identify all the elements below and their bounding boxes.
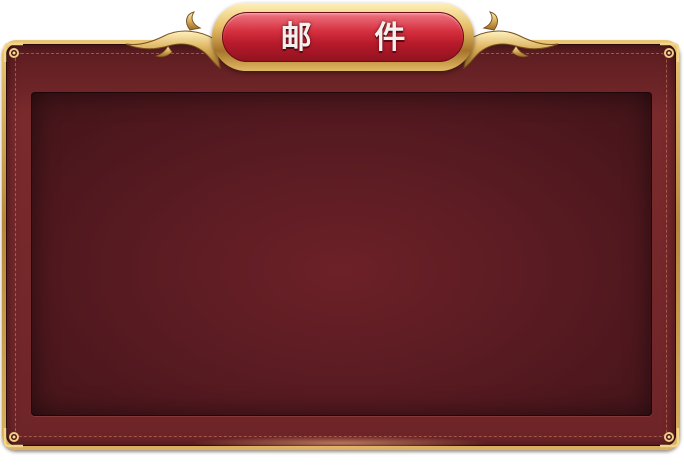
corner-ornament-icon xyxy=(660,42,680,62)
corner-ornament-icon xyxy=(3,428,23,448)
bottom-glow-decoration xyxy=(190,436,490,450)
mail-content-area xyxy=(31,92,652,416)
corner-ornament-icon xyxy=(3,42,23,62)
title-plaque-inner: 邮 件 xyxy=(222,12,464,62)
corner-ornament-icon xyxy=(660,428,680,448)
window-title: 邮 件 xyxy=(280,20,432,56)
title-plaque: 邮 件 xyxy=(212,3,474,71)
